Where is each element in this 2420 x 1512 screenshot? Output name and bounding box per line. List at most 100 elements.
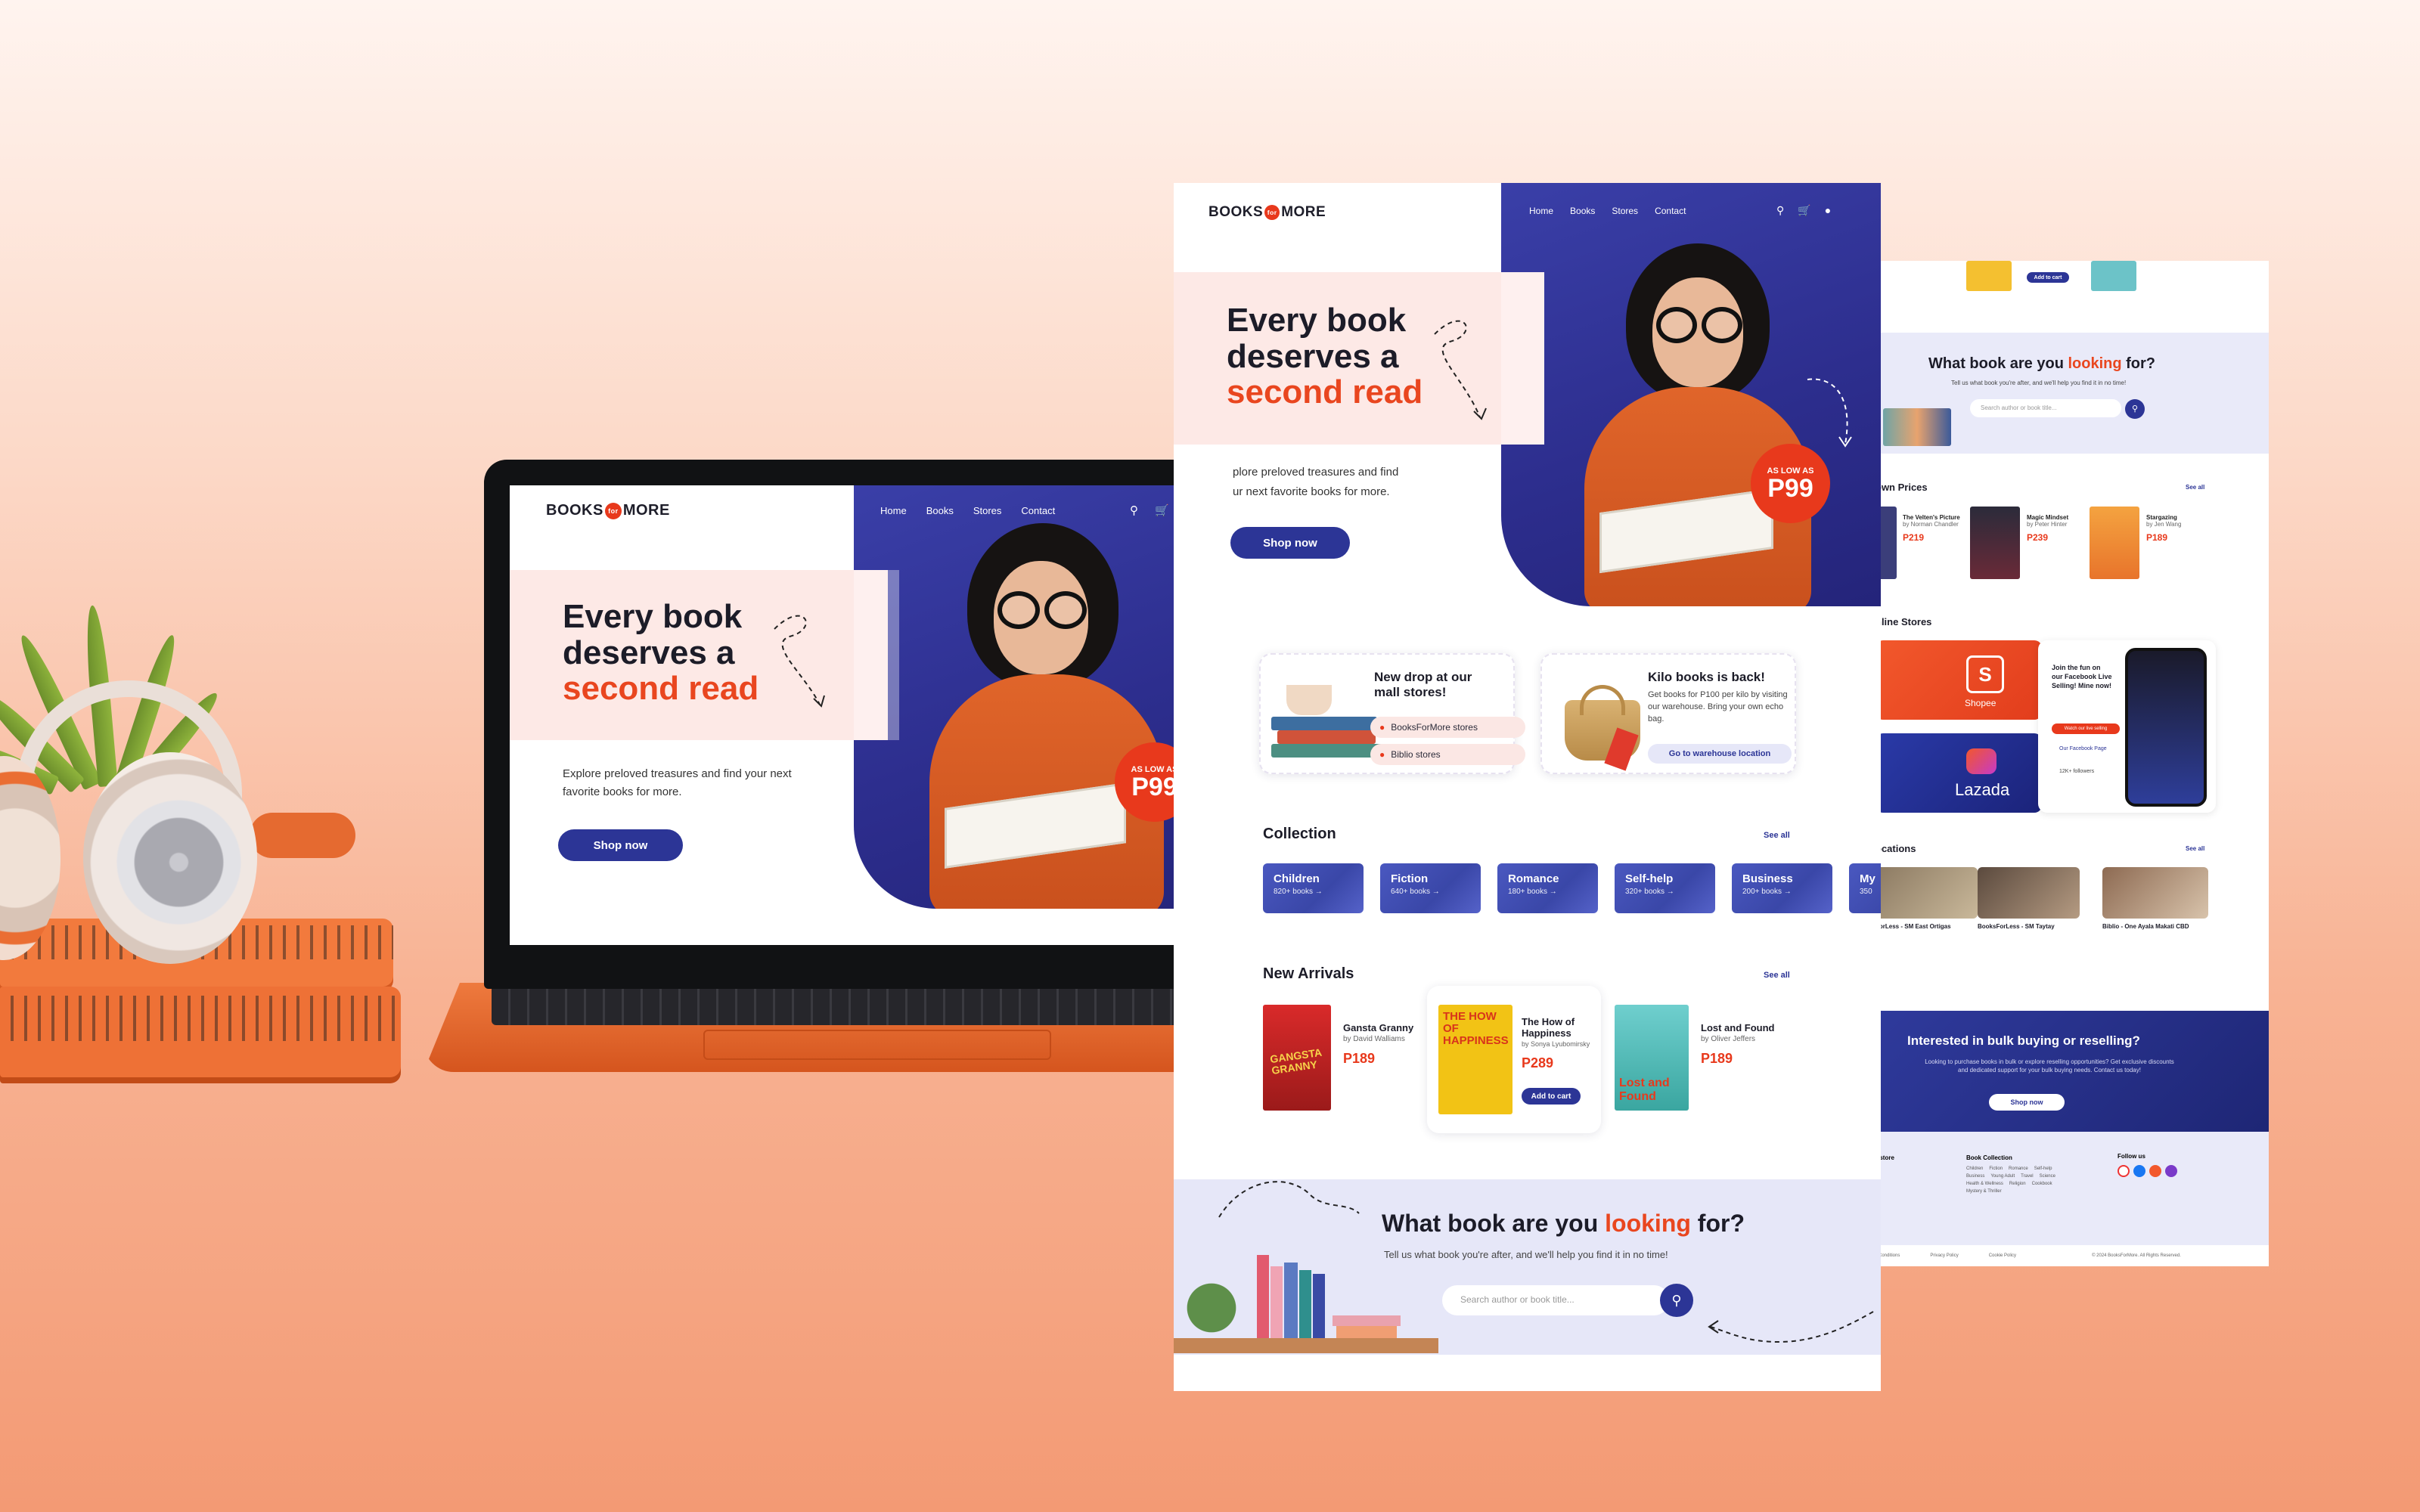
live-title: Join the fun on our Facebook Live Sellin… (2052, 664, 2112, 690)
finder-search-input[interactable]: Search author or book title... (1442, 1285, 1669, 1315)
collection-card-children[interactable]: Children 820+ books → (1263, 863, 1364, 913)
nav-stores[interactable]: Stores (1612, 206, 1638, 216)
books-stack-illustration (1271, 685, 1385, 768)
facebook-icon[interactable] (2133, 1165, 2145, 1177)
footer-link[interactable]: Science (2040, 1174, 2055, 1179)
hero-subtitle: Explore preloved treasures and find your… (563, 767, 792, 798)
footer-link[interactable]: Young Adult (1990, 1174, 2015, 1179)
facebook-page-link[interactable]: Our Facebook Page (2059, 746, 2107, 751)
footer-link[interactable]: Mystery & Thriller (1966, 1189, 2002, 1194)
store-pill-biblio[interactable]: ● Biblio stores (1370, 744, 1525, 765)
location-card[interactable]: BooksForLess - SM Taytay (1978, 867, 2080, 965)
brand-logo[interactable]: BOOKS for MORE (546, 502, 670, 519)
store-pill-booksformore[interactable]: ● BooksForMore stores (1370, 717, 1525, 738)
book-author: by Norman Chandler (1903, 521, 1959, 528)
basket-illustration (1557, 685, 1648, 771)
woman-reading-illustration (884, 508, 1222, 909)
collection-card-romance[interactable]: Romance 180+ books → (1497, 863, 1598, 913)
watch-live-button[interactable]: Watch our live selling (2052, 723, 2120, 734)
search-icon[interactable]: ⚲ (1776, 204, 1784, 217)
lazada-icon[interactable] (2165, 1165, 2177, 1177)
add-to-cart-button[interactable]: Add to cart (1522, 1088, 1581, 1105)
bulk-shop-now-button[interactable]: Shop now (1989, 1094, 2065, 1111)
cart-icon[interactable]: 🛒 (1798, 204, 1810, 217)
finder-section: What book are you looking for? Tell us w… (1174, 1179, 1881, 1355)
brand-logo[interactable]: BOOKS for MORE (1208, 204, 1326, 221)
coffee-cup (1286, 685, 1332, 715)
location-pin-icon: ● (1379, 749, 1385, 760)
nav-books[interactable]: Books (926, 505, 954, 516)
shopee-icon[interactable] (2149, 1165, 2161, 1177)
finder-title: What book are you looking for? (1382, 1210, 1745, 1238)
footer-privacy-link[interactable]: Privacy Policy (1930, 1253, 1958, 1258)
finder-search-input[interactable]: Search author or book title... (1970, 399, 2121, 417)
logo-dot: for (1264, 205, 1280, 220)
mall-stores-card: New drop at our mall stores! ● BooksForM… (1259, 653, 1525, 774)
hero-photo: AS LOW AS P99 (1501, 183, 1881, 606)
nav-contact[interactable]: Contact (1655, 206, 1686, 216)
nav-home[interactable]: Home (1529, 206, 1553, 216)
footer-link[interactable]: Fiction (1989, 1167, 2003, 1171)
collection-see-all[interactable]: See all (1764, 831, 1790, 840)
footer-link[interactable]: Business (1966, 1174, 1984, 1179)
hero-line-3: second read (563, 670, 759, 708)
footer-col-follow: Follow us (2118, 1153, 2145, 1160)
footer-link[interactable]: Health & Wellness (1966, 1182, 2003, 1186)
book-author: by Sonya Lyubomirsky (1522, 1040, 1590, 1048)
collection-card-business[interactable]: Business 200+ books → (1732, 863, 1832, 913)
nav-home[interactable]: Home (880, 505, 907, 516)
dashed-arrow (1218, 1181, 1360, 1218)
nav-contact[interactable]: Contact (1021, 505, 1055, 516)
shopee-card[interactable]: S Shopee (1876, 640, 2042, 720)
shop-now-button[interactable]: Shop now (558, 829, 683, 861)
book-cover-how-of-happiness[interactable]: THE HOW OF HAPPINESS (1438, 1005, 1512, 1114)
search-icon[interactable]: ⚲ (1130, 503, 1138, 517)
footer-cookie-link[interactable]: Cookie Policy (1989, 1253, 2016, 1258)
lazada-label: Lazada (1955, 780, 2010, 799)
footer-conditions-link[interactable]: Conditions (1879, 1253, 1900, 1258)
collection-card-fiction[interactable]: Fiction 640+ books → (1380, 863, 1481, 913)
finder-title-b: for? (2126, 355, 2156, 372)
gmail-icon[interactable] (2118, 1165, 2130, 1177)
cover-text: Lost and Found (1619, 1077, 1670, 1103)
shop-now-button[interactable]: Shop now (1230, 527, 1350, 559)
footer-link[interactable]: Self-help (2034, 1167, 2052, 1171)
footer-link[interactable]: Religion (2009, 1182, 2026, 1186)
add-to-cart-button[interactable]: Add to cart (2027, 272, 2069, 283)
locations-see-all[interactable]: See all (2186, 845, 2204, 852)
footer-link[interactable]: Children (1966, 1167, 1983, 1171)
footer-link[interactable]: Travel (2021, 1174, 2033, 1179)
markdown-list: The Velten's Picture by Norman Chandler … (1876, 507, 2269, 590)
collection-card-mystery[interactable]: My 350 (1849, 863, 1881, 913)
lazada-card[interactable]: Lazada (1876, 733, 2042, 813)
new-arrivals-see-all[interactable]: See all (1764, 971, 1790, 980)
book-cover-lost-and-found[interactable]: Lost and Found (1615, 1005, 1689, 1111)
arrival-book-2: The How of Happiness by Sonya Lyubomirsk… (1522, 1016, 1597, 1071)
location-card[interactable]: Biblio - One Ayala Makati CBD (2102, 867, 2208, 965)
warehouse-location-button[interactable]: Go to warehouse location (1648, 744, 1792, 764)
plant-pot (1174, 1278, 1249, 1338)
shopee-label: Shopee (1965, 698, 1996, 708)
book-shelf-illustration (1883, 408, 1951, 446)
user-icon[interactable]: ● (1825, 204, 1831, 217)
badge-price: P99 (1131, 772, 1177, 801)
book-title: The How of Happiness (1522, 1016, 1575, 1039)
markdown-see-all[interactable]: See all (2186, 484, 2204, 491)
hero-subtitle: plore preloved treasures and find ur nex… (1233, 463, 1475, 503)
finder-search-button[interactable]: ⚲ (2125, 399, 2145, 419)
footer-links: Children Fiction Romance Self-help Busin… (1966, 1167, 2065, 1194)
location-card[interactable]: ForLess - SM East Ortigas (1876, 867, 1978, 965)
book-cover-gangsta-granny[interactable]: GANGSTA GRANNY (1263, 1005, 1331, 1111)
cart-icon[interactable]: 🛒 (1155, 503, 1169, 517)
collection-count: 350 (1860, 888, 1872, 896)
nav-stores[interactable]: Stores (973, 505, 1002, 516)
footer-link[interactable]: Romance (2009, 1167, 2028, 1171)
collection-card-self-help[interactable]: Self-help 320+ books → (1615, 863, 1715, 913)
laptop: AS LOW AS P99 BOOKS for MORE Home Books … (484, 460, 1248, 989)
footer-link[interactable]: Cookbook (2032, 1182, 2052, 1186)
footer-copyright: © 2024 BooksForMore. All Rights Reserved… (2092, 1253, 2181, 1258)
markdown-book-3: Stargazing by Jen Wang P189 (2146, 514, 2207, 543)
finder-search-button[interactable]: ⚲ (1660, 1284, 1693, 1317)
collection-name: Romance (1508, 872, 1559, 885)
nav-books[interactable]: Books (1570, 206, 1595, 216)
